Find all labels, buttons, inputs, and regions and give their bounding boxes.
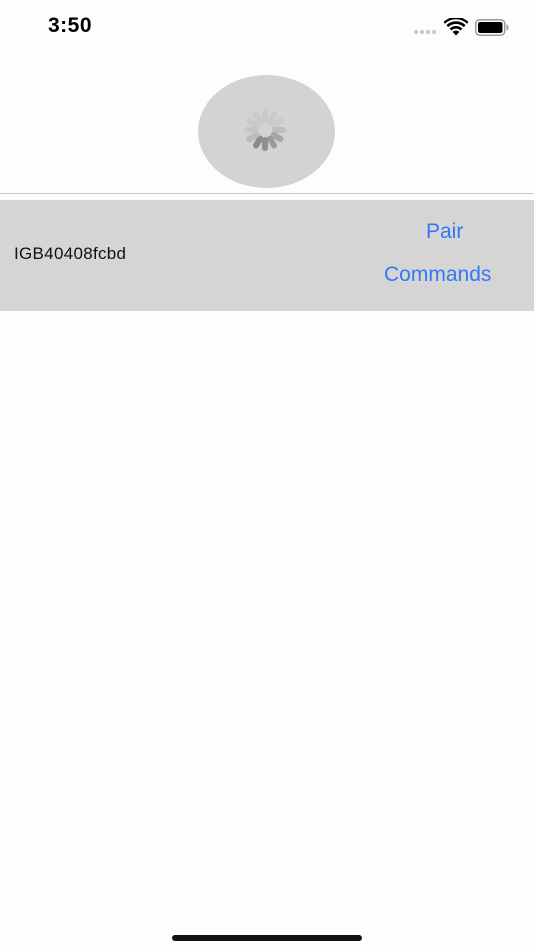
activity-spinner-icon <box>244 109 286 151</box>
status-bar: 3:50 <box>0 0 534 56</box>
device-row: IGB40408fcbd Pair Commands <box>0 200 534 311</box>
wifi-icon <box>444 18 468 36</box>
section-divider <box>0 193 534 194</box>
device-name: IGB40408fcbd <box>14 244 127 263</box>
home-indicator[interactable] <box>172 935 362 941</box>
cellular-signal-icon <box>414 30 436 34</box>
status-time: 3:50 <box>48 14 93 37</box>
pair-button[interactable]: Pair <box>426 220 463 244</box>
commands-button[interactable]: Commands <box>384 263 491 287</box>
screen: 3:50 IGB40408fcbd Pair Commands <box>0 0 534 950</box>
battery-icon <box>475 19 509 36</box>
